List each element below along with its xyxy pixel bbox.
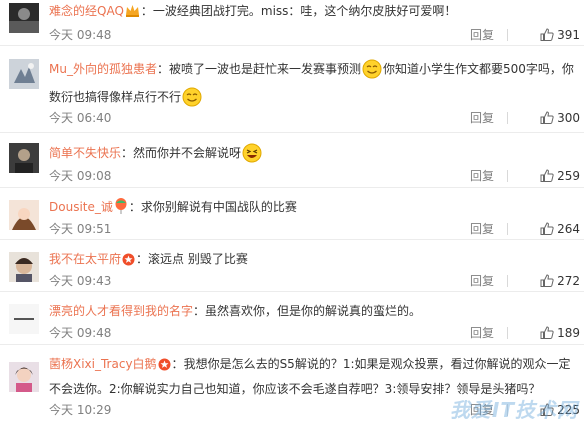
- comment-text: 求你别解说有中国战队的比赛: [140, 200, 297, 214]
- comment-username[interactable]: 简单不失快乐: [49, 146, 121, 160]
- watermark: 我爱IT技术网: [449, 398, 578, 422]
- like-count: 272: [557, 274, 580, 288]
- comment-item: 我不在太平府 ：滚远点 别毁了比赛 今天 09:43 回复 272: [0, 240, 584, 292]
- reply-link[interactable]: 回复: [470, 324, 494, 342]
- comment-time: 今天 09:48: [49, 326, 112, 340]
- reply-link[interactable]: 回复: [470, 167, 494, 185]
- comment-text: 滚远点 别毁了比赛: [148, 252, 248, 266]
- like-count: 300: [557, 111, 580, 125]
- balloon-badge-icon: [114, 198, 128, 221]
- comment-time: 今天 09:08: [49, 169, 112, 183]
- like-button[interactable]: 259: [518, 167, 580, 185]
- divider: [507, 29, 508, 41]
- comment-time: 今天 09:43: [49, 274, 112, 288]
- comment-text: 虽然喜欢你，但是你的解说真的蛮烂的。: [205, 304, 422, 318]
- like-count: 264: [557, 222, 580, 236]
- star-badge-icon: [122, 251, 135, 273]
- avatar[interactable]: [9, 252, 39, 282]
- avatar[interactable]: [9, 3, 39, 33]
- crown-badge-icon: [125, 3, 140, 25]
- comment-time: 今天 06:40: [49, 111, 112, 125]
- comment-username[interactable]: 菌杨Xixi_Tracy白鹅: [49, 357, 157, 371]
- like-count: 189: [557, 326, 580, 340]
- comment-text: 我想你是怎么去的S5解说的？1:如果是观众投票，看过你解说的观众一定: [183, 357, 571, 371]
- like-button[interactable]: 189: [518, 324, 580, 342]
- thumbs-up-icon: [540, 111, 554, 124]
- comment-item: 漂亮的人才看得到我的名字：虽然喜欢你，但是你的解说真的蛮烂的。 今天 09:48…: [0, 292, 584, 345]
- thumbs-up-icon: [540, 274, 554, 287]
- like-button[interactable]: 391: [518, 26, 580, 44]
- comment-username[interactable]: 难念的经QAQ: [49, 4, 124, 18]
- divider: [507, 170, 508, 182]
- like-count: 391: [557, 28, 580, 42]
- avatar[interactable]: [9, 200, 39, 230]
- comment-text: 然而你并不会解说呀: [133, 146, 242, 160]
- divider: [507, 112, 508, 124]
- comment-item: 简单不失快乐：然而你并不会解说呀 今天 09:08 回复 259: [0, 133, 584, 188]
- comment-text: 被喷了一波也是赶忙来一发赛事预测: [168, 62, 361, 76]
- star-badge-icon: [158, 356, 171, 378]
- comment-item: Dousite_诚 ：求你别解说有中国战队的比赛 今天 09:51 回复 264: [0, 188, 584, 240]
- comment-username[interactable]: 我不在太平府: [49, 252, 121, 266]
- thumbs-up-icon: [540, 222, 554, 235]
- comment-text: 数衍也搞得像样点行不行: [49, 90, 182, 104]
- comment-username[interactable]: 漂亮的人才看得到我的名字: [49, 304, 193, 318]
- comment-item: Mu_外向的孤独患者：被喷了一波也是赶忙来一发赛事预测 你知道小学生作文都要500…: [0, 46, 584, 133]
- comment-time: 今天 09:51: [49, 222, 112, 236]
- comment-time: 今天 10:29: [49, 403, 112, 417]
- thumbs-up-icon: [540, 169, 554, 182]
- divider: [507, 223, 508, 235]
- reply-link[interactable]: 回复: [470, 26, 494, 44]
- divider: [507, 275, 508, 287]
- laughing-emoji-icon: [242, 143, 262, 170]
- avatar[interactable]: [9, 143, 39, 173]
- like-button[interactable]: 300: [518, 109, 580, 127]
- avatar[interactable]: [9, 304, 39, 334]
- avatar[interactable]: [9, 59, 39, 89]
- thumbs-up-icon: [540, 28, 554, 41]
- comment-username[interactable]: Mu_外向的孤独患者: [49, 62, 157, 76]
- comment-username[interactable]: Dousite_诚: [49, 200, 113, 214]
- comment-text: 一波经典团战打完。miss：哇，这个纳尔皮肤好可爱啊！: [152, 4, 457, 18]
- like-button[interactable]: 264: [518, 220, 580, 238]
- comment-text: 你知道小学生作文都要500字吗，你: [383, 62, 574, 76]
- reply-link[interactable]: 回复: [470, 109, 494, 127]
- reply-link[interactable]: 回复: [470, 272, 494, 290]
- comment-time: 今天 09:48: [49, 28, 112, 42]
- avatar[interactable]: [9, 362, 39, 392]
- like-count: 259: [557, 169, 580, 183]
- thumbs-up-icon: [540, 326, 554, 339]
- divider: [507, 327, 508, 339]
- comment-item: 难念的经QAQ ：一波经典团战打完。miss：哇，这个纳尔皮肤好可爱啊！ 今天 0…: [0, 0, 584, 46]
- reply-link[interactable]: 回复: [470, 220, 494, 238]
- like-button[interactable]: 272: [518, 272, 580, 290]
- grin-emoji-icon: [362, 59, 382, 86]
